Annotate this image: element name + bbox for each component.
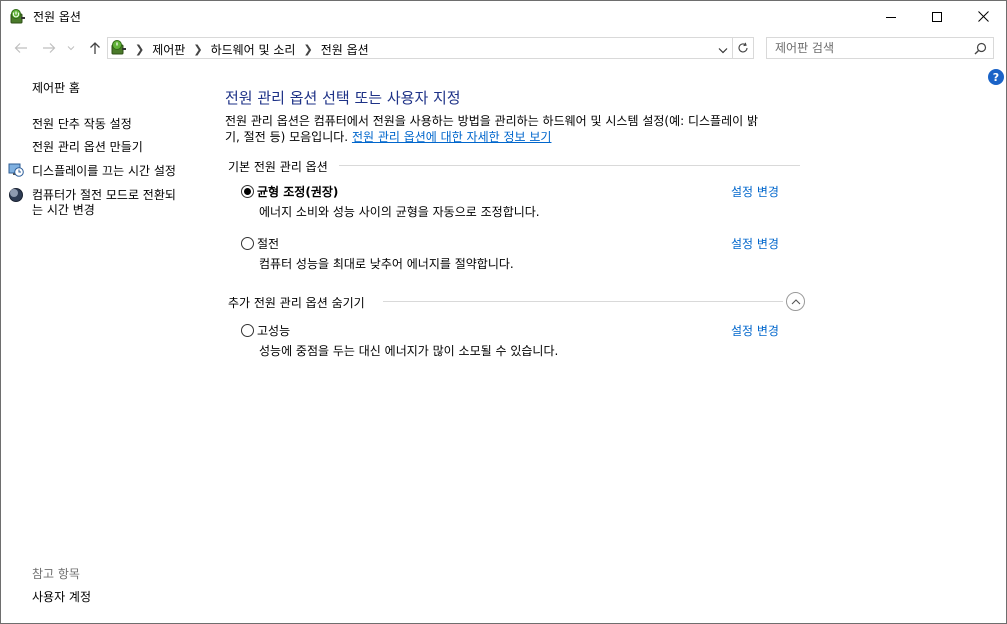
plan-high-performance-name[interactable]: 고성능 <box>257 322 290 339</box>
chevron-right-icon[interactable]: ❯ <box>135 43 144 56</box>
maximize-button[interactable] <box>914 1 960 32</box>
window-title: 전원 옵션 <box>33 10 81 24</box>
see-also-heading: 참고 항목 <box>32 567 80 581</box>
sleep-time-link-line1[interactable]: 컴퓨터가 절전 모드로 전환되 <box>32 187 176 203</box>
forward-button[interactable] <box>39 39 59 57</box>
chevron-down-icon <box>67 46 75 51</box>
description-line2: 기, 절전 등) 모음입니다. <box>225 130 352 144</box>
up-button[interactable] <box>85 39 105 57</box>
control-panel-home-link[interactable]: 제어판 홈 <box>32 80 80 96</box>
choose-power-buttons-link[interactable]: 전원 단추 작동 설정 <box>32 116 132 132</box>
up-arrow-icon <box>90 42 100 54</box>
radio-high-performance[interactable] <box>241 324 254 337</box>
back-button[interactable] <box>11 39 31 57</box>
breadcrumb: ❯ 제어판 ❯ 하드웨어 및 소리 ❯ 전원 옵션 <box>132 41 369 58</box>
minimize-icon <box>886 16 896 18</box>
close-icon <box>977 11 989 22</box>
minimize-button[interactable] <box>868 1 914 32</box>
basic-plans-heading: 기본 전원 관리 옵션 <box>228 160 328 174</box>
recent-locations-button[interactable] <box>64 39 78 57</box>
display-off-time-link[interactable]: 디스플레이를 끄는 시간 설정 <box>32 163 176 179</box>
back-arrow-icon <box>14 43 27 53</box>
plan-power-saver-description: 컴퓨터 성능을 최대로 낮추어 에너지를 절약합니다. <box>259 257 514 271</box>
page-title: 전원 관리 옵션 선택 또는 사용자 지정 <box>225 89 461 107</box>
display-clock-icon <box>8 162 24 178</box>
refresh-icon <box>738 42 748 53</box>
chevron-right-icon[interactable]: ❯ <box>303 43 312 56</box>
breadcrumb-hardware-sound[interactable]: 하드웨어 및 소리 <box>211 41 296 58</box>
change-settings-power-saver-link[interactable]: 설정 변경 <box>731 235 779 252</box>
search-box[interactable] <box>766 37 994 59</box>
breadcrumb-control-panel[interactable]: 제어판 <box>152 41 185 58</box>
divider <box>383 301 783 302</box>
help-icon[interactable]: ? <box>988 69 1004 85</box>
plan-power-saver-name[interactable]: 절전 <box>257 235 279 252</box>
radio-power-saver[interactable] <box>241 237 254 250</box>
power-options-icon <box>9 8 27 26</box>
search-input[interactable] <box>775 40 965 56</box>
title-bar[interactable]: 전원 옵션 <box>1 1 1006 32</box>
divider <box>339 165 800 166</box>
additional-plans-heading[interactable]: 추가 전원 관리 옵션 숨기기 <box>228 294 365 311</box>
power-options-icon <box>110 39 128 57</box>
search-icon[interactable] <box>974 42 987 58</box>
power-plans-info-link[interactable]: 전원 관리 옵션에 대한 자세한 정보 보기 <box>352 130 552 144</box>
refresh-button[interactable] <box>733 37 754 59</box>
address-bar[interactable]: ❯ 제어판 ❯ 하드웨어 및 소리 ❯ 전원 옵션 <box>107 37 733 59</box>
power-options-window: 전원 옵션 ❯ 제어판 ❯ 하드웨어 및 소리 ❯ 전원 옵션 제어판 검색 ?… <box>0 0 1007 624</box>
description-line1: 전원 관리 옵션은 컴퓨터에서 전원을 사용하는 방법을 관리하는 하드웨어 및… <box>225 114 759 128</box>
forward-arrow-icon <box>43 43 56 53</box>
plan-balanced-description: 에너지 소비와 성능 사이의 균형을 자동으로 조정합니다. <box>259 205 540 219</box>
address-dropdown-button[interactable] <box>718 43 728 57</box>
maximize-icon <box>932 11 942 22</box>
chevron-right-icon[interactable]: ❯ <box>193 43 202 56</box>
plan-high-performance-description: 성능에 중점을 두는 대신 에너지가 많이 소모될 수 있습니다. <box>259 344 559 358</box>
change-settings-high-performance-link[interactable]: 설정 변경 <box>731 322 779 339</box>
chevron-up-icon <box>791 298 800 304</box>
close-button[interactable] <box>960 1 1006 32</box>
create-power-plan-link[interactable]: 전원 관리 옵션 만들기 <box>32 139 143 155</box>
change-settings-balanced-link[interactable]: 설정 변경 <box>731 183 779 200</box>
chevron-down-icon <box>718 48 728 54</box>
breadcrumb-power-options[interactable]: 전원 옵션 <box>321 41 369 58</box>
collapse-additional-plans-button[interactable] <box>786 292 805 311</box>
radio-balanced[interactable] <box>241 185 254 198</box>
plan-balanced-name[interactable]: 균형 조정(권장) <box>257 183 338 200</box>
navigation-bar: ❯ 제어판 ❯ 하드웨어 및 소리 ❯ 전원 옵션 <box>1 35 1006 61</box>
sleep-time-link-line2[interactable]: 는 시간 변경 <box>32 202 95 218</box>
user-accounts-link[interactable]: 사용자 계정 <box>32 588 91 605</box>
page-description: 전원 관리 옵션은 컴퓨터에서 전원을 사용하는 방법을 관리하는 하드웨어 및… <box>225 113 810 145</box>
sleep-moon-icon <box>8 187 24 203</box>
